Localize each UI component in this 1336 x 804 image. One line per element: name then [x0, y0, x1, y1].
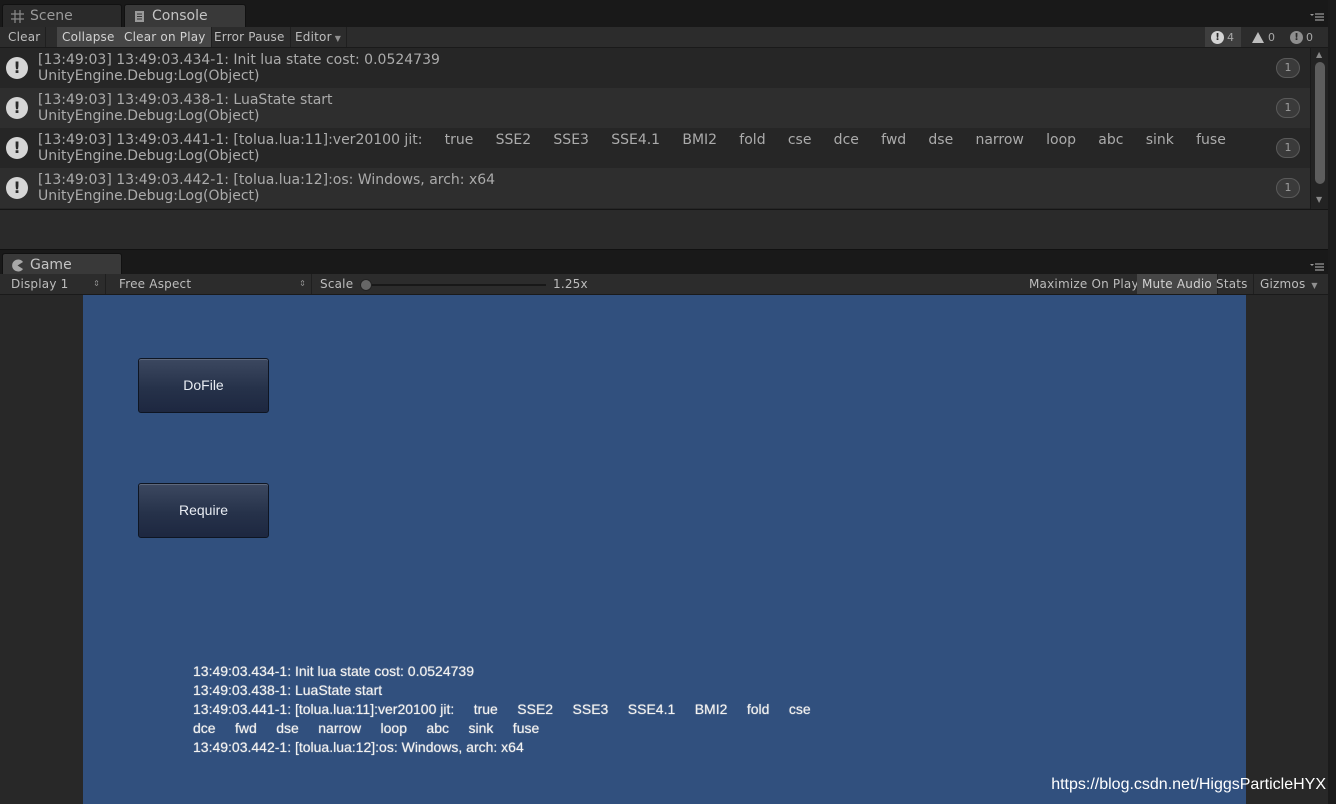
- log-stacktrace: UnityEngine.Debug:Log(Object): [38, 68, 260, 84]
- log-stacktrace: UnityEngine.Debug:Log(Object): [38, 188, 260, 204]
- info-icon: !: [6, 137, 28, 159]
- scale-slider-track: [360, 284, 546, 286]
- editor-dropdown[interactable]: Editor ▼: [290, 27, 348, 47]
- scale-slider[interactable]: [360, 274, 548, 294]
- log-detail-pane: [0, 209, 1330, 249]
- updown-arrow-icon: ⇕: [299, 279, 306, 288]
- collapse-button[interactable]: Collapse: [57, 27, 121, 47]
- scale-slider-knob[interactable]: [360, 279, 372, 291]
- log-entry[interactable]: ! [13:49:03] 13:49:03.434-1: Init lua st…: [0, 48, 1310, 88]
- game-toolbar: Display 1 ⇕ Free Aspect ⇕ Scale 1.25x Ma…: [0, 274, 1330, 295]
- log-entry[interactable]: ! [13:49:03] 13:49:03.441-1: [tolua.lua:…: [0, 128, 1310, 168]
- console-icon: [135, 10, 144, 22]
- game-log-line: 13:49:03.438-1: LuaState start: [193, 682, 383, 698]
- log-count-badge: 1: [1276, 138, 1300, 158]
- watermark: https://blog.csdn.net/HiggsParticleHYX: [1051, 776, 1326, 793]
- warning-filter-toggle[interactable]: 0: [1247, 27, 1281, 47]
- log-entry[interactable]: ! [13:49:03] 13:49:03.438-1: LuaState st…: [0, 88, 1310, 128]
- log-count-badge: 1: [1276, 58, 1300, 78]
- tab-console[interactable]: Console: [124, 4, 246, 27]
- log-message: [13:49:03] 13:49:03.438-1: LuaState star…: [38, 92, 333, 108]
- scroll-down-icon[interactable]: ▼: [1316, 195, 1322, 204]
- stats-toggle[interactable]: Stats: [1211, 274, 1254, 294]
- log-count-badge: 1: [1276, 98, 1300, 118]
- game-canvas: DoFile Require 13:49:03.434-1: Init lua …: [83, 295, 1246, 804]
- info-icon: !: [6, 57, 28, 79]
- game-log-line: 13:49:03.442-1: [tolua.lua:12]:os: Windo…: [193, 739, 524, 755]
- game-log-line: 13:49:03.434-1: Init lua state cost: 0.0…: [193, 663, 474, 679]
- mute-audio-toggle[interactable]: Mute Audio: [1137, 274, 1218, 294]
- game-log-line: 13:49:03.441-1: [tolua.lua:11]:ver20100 …: [193, 701, 811, 717]
- tab-game-label: Game: [30, 257, 72, 273]
- panel-menu-icon[interactable]: [1310, 262, 1324, 272]
- updown-arrow-icon: ⇕: [93, 279, 100, 288]
- scrollbar-thumb[interactable]: [1315, 62, 1325, 184]
- chevron-down-icon: ▼: [1311, 281, 1318, 290]
- window-edge: [1328, 0, 1336, 804]
- error-filter-toggle[interactable]: ! 0: [1286, 27, 1320, 47]
- warning-icon: [1252, 31, 1264, 43]
- error-pause-button[interactable]: Error Pause: [209, 27, 291, 47]
- aspect-dropdown[interactable]: Free Aspect ⇕: [114, 274, 312, 294]
- log-message: [13:49:03] 13:49:03.441-1: [tolua.lua:11…: [38, 132, 1226, 148]
- scroll-up-icon[interactable]: ▲: [1316, 50, 1322, 59]
- require-button[interactable]: Require: [138, 483, 269, 538]
- info-icon: !: [6, 177, 28, 199]
- log-stacktrace: UnityEngine.Debug:Log(Object): [38, 108, 260, 124]
- error-icon: !: [1290, 30, 1303, 44]
- dofile-button[interactable]: DoFile: [138, 358, 269, 413]
- maximize-on-play-toggle[interactable]: Maximize On Play: [1024, 274, 1145, 294]
- clear-button[interactable]: Clear: [3, 27, 47, 47]
- log-message: [13:49:03] 13:49:03.434-1: Init lua stat…: [38, 52, 440, 68]
- console-log-list: ! [13:49:03] 13:49:03.434-1: Init lua st…: [0, 48, 1310, 209]
- info-icon: !: [1211, 30, 1224, 44]
- panel-menu-icon[interactable]: [1310, 12, 1324, 22]
- tab-scene[interactable]: Scene: [2, 4, 122, 27]
- grid-icon: [11, 9, 24, 23]
- chevron-down-icon: ▼: [334, 34, 342, 43]
- scale-label: Scale: [320, 277, 354, 291]
- log-entry[interactable]: ! [13:49:03] 13:49:03.442-1: [tolua.lua:…: [0, 168, 1310, 208]
- log-stacktrace: UnityEngine.Debug:Log(Object): [38, 148, 260, 164]
- tab-scene-label: Scene: [30, 8, 73, 24]
- console-tab-strip: Scene Console: [0, 0, 1330, 28]
- tab-game[interactable]: Game: [2, 253, 122, 276]
- info-filter-toggle[interactable]: ! 4: [1205, 27, 1241, 47]
- tab-console-label: Console: [152, 8, 208, 24]
- info-icon: !: [6, 97, 28, 119]
- gizmos-dropdown[interactable]: Gizmos ▼: [1255, 274, 1323, 294]
- clear-on-play-button[interactable]: Clear on Play: [119, 27, 212, 47]
- console-scrollbar[interactable]: ▲ ▼: [1310, 48, 1328, 209]
- log-message: [13:49:03] 13:49:03.442-1: [tolua.lua:12…: [38, 172, 496, 188]
- game-log-output: 13:49:03.434-1: Init lua state cost: 0.0…: [193, 662, 811, 757]
- pacman-icon: [12, 259, 23, 271]
- game-tab-strip: Game: [0, 249, 1330, 276]
- display-dropdown[interactable]: Display 1 ⇕: [6, 274, 106, 294]
- scale-value: 1.25x: [553, 277, 588, 291]
- game-log-line: dce fwd dse narrow loop abc sink fuse: [193, 720, 540, 736]
- log-count-badge: 1: [1276, 178, 1300, 198]
- console-toolbar: Clear Collapse Clear on Play Error Pause…: [0, 27, 1330, 48]
